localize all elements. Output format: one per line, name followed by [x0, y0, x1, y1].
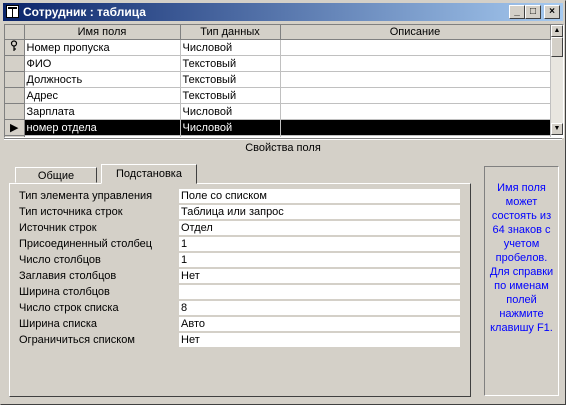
- field-name-cell[interactable]: Адрес: [24, 87, 181, 104]
- grid-header-row: Имя поля Тип данных Описание: [5, 25, 551, 40]
- table-row[interactable]: Номер пропуска Числовой: [5, 39, 551, 56]
- table-row[interactable]: Зарплата Числовой: [5, 103, 551, 120]
- row-selector[interactable]: [5, 55, 25, 72]
- property-value[interactable]: Поле со списком: [179, 189, 460, 203]
- row-selector[interactable]: [5, 39, 25, 56]
- property-label: Число строк списка: [19, 302, 119, 314]
- field-grid: Имя поля Тип данных Описание Номер пропу…: [4, 24, 564, 138]
- scroll-thumb[interactable]: [551, 37, 563, 57]
- description-cell[interactable]: [280, 87, 551, 104]
- property-label: Присоединенный столбец: [19, 238, 153, 250]
- property-label: Ограничиться списком: [19, 334, 135, 346]
- table-row[interactable]: ФИО Текстовый: [5, 55, 551, 72]
- row-selector[interactable]: ▶: [5, 119, 25, 136]
- row-selector[interactable]: [5, 103, 25, 120]
- property-label: Источник строк: [19, 222, 97, 234]
- property-label: Ширина списка: [19, 318, 98, 330]
- table-row[interactable]: Адрес Текстовый: [5, 87, 551, 104]
- field-name-cell[interactable]: Должность: [24, 71, 181, 88]
- property-label: Тип источника строк: [19, 206, 123, 218]
- data-type-cell[interactable]: Текстовый: [180, 55, 281, 72]
- property-label: Заглавия столбцов: [19, 270, 117, 282]
- window-title: Сотрудник : таблица: [23, 5, 146, 19]
- data-type-cell[interactable]: Текстовый: [180, 87, 281, 104]
- title-bar[interactable]: Сотрудник : таблица _ □ ×: [3, 3, 563, 21]
- description-cell[interactable]: [280, 119, 551, 136]
- property-label: Ширина столбцов: [19, 286, 110, 298]
- row-selector[interactable]: [5, 71, 25, 88]
- help-text-box: Имя поля может состоять из 64 знаков с у…: [484, 166, 559, 396]
- vertical-scrollbar[interactable]: ▲ ▼: [551, 25, 563, 135]
- data-type-cell[interactable]: Числовой: [180, 119, 281, 136]
- description-cell[interactable]: [280, 39, 551, 56]
- field-name-cell[interactable]: Зарплата: [24, 103, 181, 120]
- table-row-selected[interactable]: ▶ номер отдела Числовой: [5, 119, 551, 136]
- column-header-field-name: Имя поля: [24, 25, 181, 40]
- close-button[interactable]: ×: [544, 5, 560, 19]
- property-label: Тип элемента управления: [19, 190, 153, 202]
- property-value[interactable]: Отдел: [179, 221, 460, 235]
- property-value[interactable]: Нет: [179, 269, 460, 283]
- description-cell[interactable]: [280, 55, 551, 72]
- field-name-cell[interactable]: ФИО: [24, 55, 181, 72]
- lookup-properties-panel: Тип элемента управления Поле со списком …: [9, 183, 471, 397]
- table-design-window: Сотрудник : таблица _ □ × Имя поля Тип д…: [0, 0, 566, 405]
- tab-lookup[interactable]: Подстановка: [101, 164, 197, 184]
- property-value[interactable]: 8: [179, 301, 460, 315]
- minimize-button[interactable]: _: [509, 5, 525, 19]
- description-cell[interactable]: [280, 71, 551, 88]
- row-selector-header: [5, 25, 25, 40]
- column-header-description: Описание: [280, 25, 551, 40]
- property-value[interactable]: Авто: [179, 317, 460, 331]
- table-icon: [6, 5, 19, 18]
- row-selector[interactable]: [5, 87, 25, 104]
- field-name-cell[interactable]: Номер пропуска: [24, 39, 181, 56]
- property-value[interactable]: Нет: [179, 333, 460, 347]
- tab-general[interactable]: Общие: [15, 167, 97, 183]
- property-label: Число столбцов: [19, 254, 101, 266]
- property-value[interactable]: 1: [179, 253, 460, 267]
- maximize-button[interactable]: □: [525, 5, 541, 19]
- table-row[interactable]: Должность Текстовый: [5, 71, 551, 88]
- scroll-up-icon[interactable]: ▲: [551, 25, 563, 37]
- column-header-data-type: Тип данных: [180, 25, 281, 40]
- property-value[interactable]: 1: [179, 237, 460, 251]
- scroll-down-icon[interactable]: ▼: [551, 123, 563, 135]
- description-cell[interactable]: [280, 103, 551, 120]
- data-type-cell[interactable]: Числовой: [180, 39, 281, 56]
- data-type-cell[interactable]: Текстовый: [180, 71, 281, 88]
- property-value[interactable]: [179, 285, 460, 299]
- field-properties-header: Свойства поля: [245, 142, 321, 154]
- data-type-cell[interactable]: Числовой: [180, 103, 281, 120]
- property-value[interactable]: Таблица или запрос: [179, 205, 460, 219]
- field-name-cell[interactable]: номер отдела: [24, 119, 181, 136]
- key-icon: [11, 40, 18, 51]
